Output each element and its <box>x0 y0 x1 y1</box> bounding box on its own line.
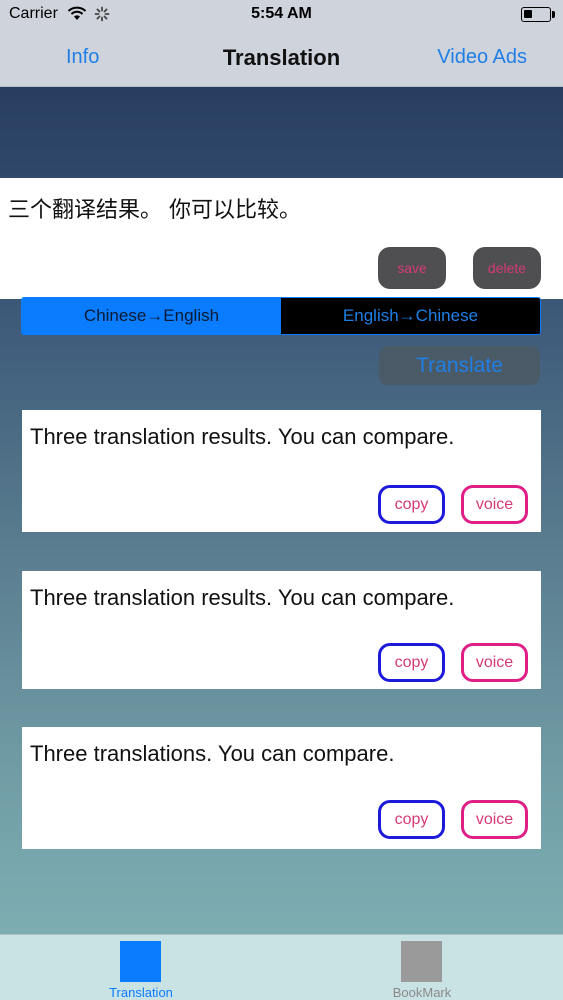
tab-bookmark-label: BookMark <box>392 985 452 1000</box>
save-button[interactable]: save <box>378 247 446 289</box>
video-ads-button[interactable]: Video Ads <box>437 46 527 69</box>
result-card: Three translations. You can compare. cop… <box>22 727 541 849</box>
voice-button[interactable]: voice <box>461 800 528 839</box>
delete-button[interactable]: delete <box>473 247 541 289</box>
result-card: Three translation results. You can compa… <box>22 410 541 532</box>
result-text: Three translation results. You can compa… <box>30 424 455 449</box>
source-text[interactable]: 三个翻译结果。 你可以比较。 <box>8 192 301 224</box>
source-text-area[interactable]: 三个翻译结果。 你可以比较。 save delete <box>0 178 563 299</box>
voice-button[interactable]: voice <box>461 485 528 524</box>
segment-english-to-chinese[interactable]: English→Chinese <box>281 298 540 334</box>
tab-translation[interactable]: Translation <box>71 935 211 1000</box>
tab-bookmark[interactable]: BookMark <box>352 935 492 1000</box>
result-text: Three translations. You can compare. <box>30 741 395 766</box>
copy-button[interactable]: copy <box>378 485 445 524</box>
nav-bar: Info Translation Video Ads <box>0 30 563 87</box>
voice-button[interactable]: voice <box>461 643 528 682</box>
translation-tab-icon <box>120 941 161 982</box>
tab-translation-label: Translation <box>109 985 173 1000</box>
tab-bar: Translation BookMark <box>0 934 563 1000</box>
result-text: Three translation results. You can compa… <box>30 585 455 610</box>
segment-chinese-to-english[interactable]: Chinese→English <box>22 298 281 334</box>
direction-segmented-control: Chinese→English English→Chinese <box>21 297 541 335</box>
copy-button[interactable]: copy <box>378 643 445 682</box>
translate-button[interactable]: Translate <box>379 346 540 385</box>
copy-button[interactable]: copy <box>378 800 445 839</box>
battery-icon <box>521 7 555 22</box>
result-card: Three translation results. You can compa… <box>22 571 541 689</box>
clock: 5:54 AM <box>251 5 312 22</box>
status-bar: Carrier 5:54 AM <box>0 0 563 30</box>
bookmark-tab-icon <box>401 941 442 982</box>
